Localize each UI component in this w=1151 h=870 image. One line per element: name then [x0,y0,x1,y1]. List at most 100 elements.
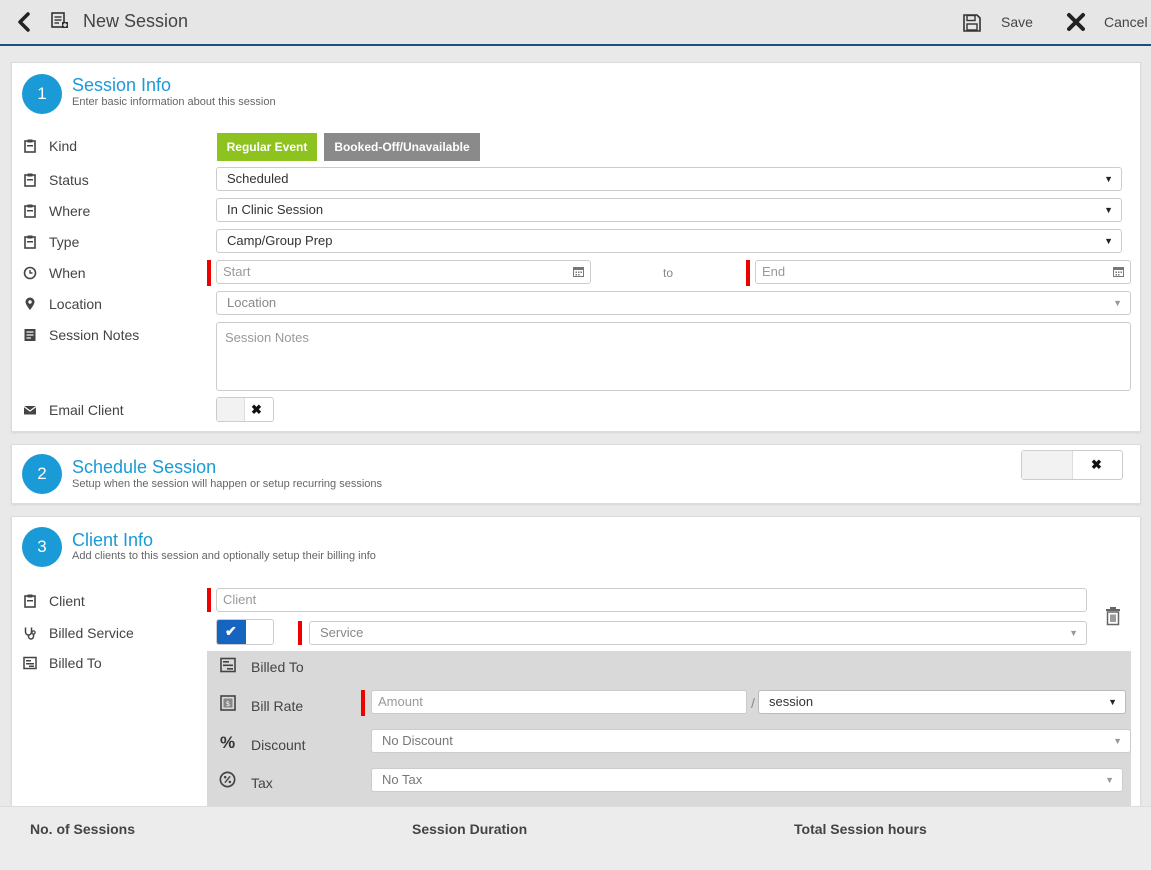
dropdown-arrow-icon: ▼ [1113,298,1122,308]
tax-percent-icon [219,771,236,788]
session-duration-label: Session Duration [412,821,528,837]
email-client-toggle[interactable]: ✖ [216,397,274,422]
total-session-hours-label: Total Session hours [794,821,927,837]
status-select[interactable]: Scheduled ▼ [216,167,1122,191]
status-value: Scheduled [227,171,289,186]
location-label: Location [49,296,102,312]
rate-unit-select[interactable]: session ▼ [758,690,1126,714]
billed-to-label: Billed To [49,655,102,671]
map-pin-icon [25,297,35,310]
service-placeholder: Service [320,625,364,640]
invoice-icon [23,656,37,670]
location-placeholder: Location [227,295,277,310]
required-marker [207,588,211,612]
save-button[interactable]: Save [1001,14,1033,30]
calendar-icon[interactable] [1113,266,1124,277]
dropdown-arrow-icon: ▼ [1069,628,1078,638]
save-icon[interactable] [962,13,982,33]
to-label: to [663,266,674,280]
clipboard-icon [24,204,36,218]
rate-separator: / [751,695,755,711]
section-title: Client Info [72,530,154,550]
billed-service-label: Billed Service [49,625,134,641]
amount-input[interactable]: Amount [371,690,747,714]
billing-billed-to-label: Billed To [251,659,304,675]
cancel-icon[interactable] [1066,12,1086,32]
location-select[interactable]: Location ▼ [216,291,1131,315]
summary-footer: No. of Sessions Session Duration Total S… [0,806,1151,870]
no-of-sessions-label: No. of Sessions [30,821,136,837]
where-select[interactable]: In Clinic Session ▼ [216,198,1122,222]
start-date-input[interactable]: Start [216,260,591,284]
required-marker [298,621,302,645]
clipboard-icon [24,235,36,249]
session-notes-label: Session Notes [49,327,140,343]
required-marker [207,260,211,286]
status-label: Status [49,172,89,188]
bill-rate-label: Bill Rate [251,698,304,714]
client-info-panel: 3 Client Info Add clients to this sessio… [11,516,1141,806]
stethoscope-icon [24,627,36,640]
invoice-icon [220,657,236,673]
type-value: Camp/Group Prep [227,233,333,248]
end-placeholder: End [762,264,786,279]
billing-details: Billed To $ Bill Rate Amount / session ▼… [207,651,1131,806]
back-arrow-icon[interactable] [14,10,34,34]
start-placeholder: Start [223,264,251,279]
section-subtitle: Setup when the session will happen or se… [72,478,383,490]
required-marker [746,260,750,286]
top-bar: New Session Save Cancel [0,0,1151,46]
schedule-session-toggle[interactable]: ✖ [1021,450,1123,480]
where-value: In Clinic Session [227,202,324,217]
notes-icon [24,329,36,341]
tax-value: No Tax [382,772,423,787]
section-subtitle: Add clients to this session and optional… [72,550,376,562]
svg-text:$: $ [226,700,230,708]
dropdown-arrow-icon: ▼ [1105,775,1114,785]
where-label: Where [49,203,91,219]
clipboard-icon [24,139,36,153]
discount-value: No Discount [382,733,453,748]
session-notes-textarea[interactable]: Session Notes [216,322,1131,391]
kind-booked-off-button[interactable]: Booked-Off/Unavailable [324,133,480,161]
kind-regular-event-button[interactable]: Regular Event [217,133,317,161]
schedule-session-panel: 2 Schedule Session Setup when the sessio… [11,444,1141,504]
client-label: Client [49,593,85,609]
client-placeholder: Client [223,592,257,607]
when-label: When [49,265,86,281]
calendar-icon[interactable] [573,266,584,277]
percent-icon: % [220,733,236,752]
rate-unit-value: session [769,694,814,709]
cancel-button[interactable]: Cancel [1104,14,1148,30]
section-subtitle: Enter basic information about this sessi… [72,96,276,108]
session-document-icon [51,12,68,28]
clipboard-icon [24,594,36,608]
dropdown-arrow-icon: ▼ [1108,697,1117,707]
step-number-1: 1 [22,74,62,114]
step-number-2: 2 [22,454,62,494]
service-select[interactable]: Service ▼ [309,621,1087,645]
close-icon: ✖ [251,401,262,417]
dropdown-arrow-icon: ▼ [1104,236,1113,246]
amount-placeholder: Amount [378,694,423,709]
dropdown-arrow-icon: ▼ [1113,736,1122,746]
discount-label: Discount [251,737,306,753]
type-select[interactable]: Camp/Group Prep ▼ [216,229,1122,253]
checkmark-icon: ✔ [225,623,237,639]
section-title: Session Info [72,75,172,95]
clock-icon [23,266,37,280]
step-number-3: 3 [22,527,62,567]
trash-icon[interactable] [1104,606,1122,626]
kind-label: Kind [49,138,78,154]
billed-service-toggle[interactable]: ✔ [216,619,274,645]
session-info-panel: 1 Session Info Enter basic information a… [11,62,1141,432]
end-date-input[interactable]: End [755,260,1131,284]
discount-select[interactable]: No Discount ▼ [371,729,1131,753]
page-title: New Session [83,11,189,31]
close-icon: ✖ [1091,457,1102,472]
client-input[interactable]: Client [216,588,1087,612]
clipboard-icon [24,173,36,187]
required-marker [361,690,365,716]
tax-select[interactable]: No Tax ▼ [371,768,1123,792]
dropdown-arrow-icon: ▼ [1104,205,1113,215]
